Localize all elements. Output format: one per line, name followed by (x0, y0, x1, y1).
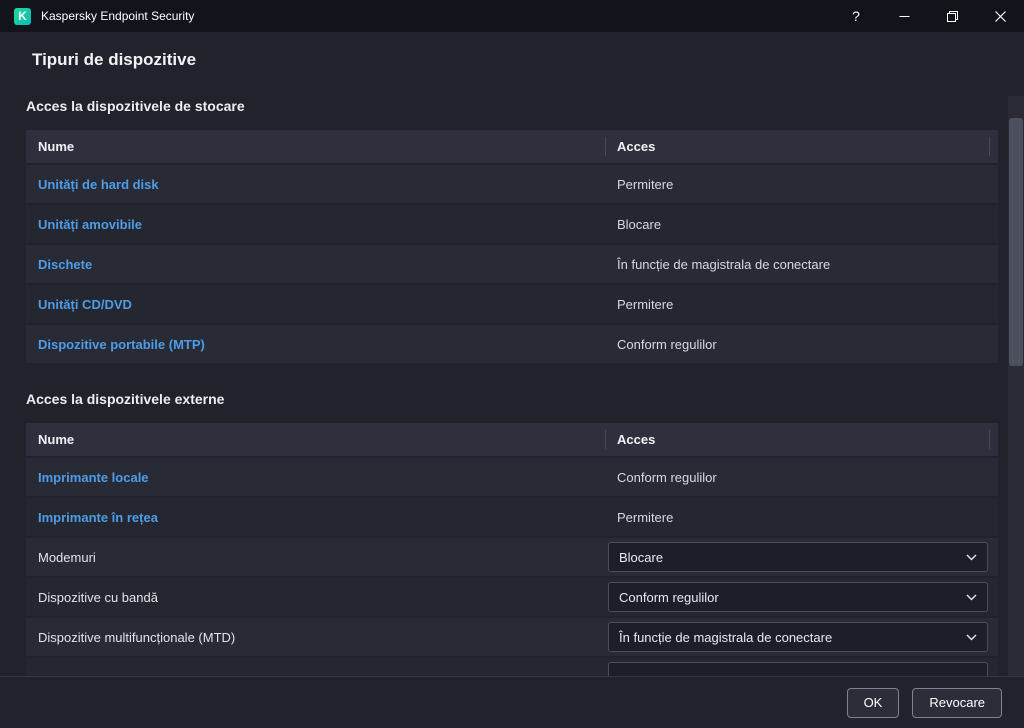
restore-button[interactable] (928, 0, 976, 32)
access-cell: În funcție de magistrala de conectare (605, 622, 998, 652)
chevron-down-icon (966, 593, 977, 601)
device-link[interactable]: Unități amovibile (38, 217, 142, 232)
device-name-cell: Unități de hard disk (26, 177, 605, 192)
scrollbar-thumb[interactable] (1009, 118, 1023, 366)
access-value: Conform regulilor (617, 469, 717, 485)
access-select[interactable]: În funcție de magistrala de conectare (608, 622, 988, 652)
close-icon (994, 10, 1006, 22)
device-name-cell: Modemuri (26, 550, 605, 565)
ok-button[interactable]: OK (846, 687, 900, 718)
device-link[interactable]: Dischete (38, 257, 92, 272)
device-name-cell: Dischete (26, 257, 605, 272)
column-divider (989, 137, 990, 156)
table-row: Unități de hard disk Permitere (26, 165, 998, 203)
table-row: Modemuri Blocare (26, 538, 998, 576)
device-name-cell: Unități CD/DVD (26, 297, 605, 312)
close-button[interactable] (976, 0, 1024, 32)
access-value: Permitere (617, 176, 674, 192)
table-row: Unități amovibile Blocare (26, 205, 998, 243)
footer-bar: OK Revocare (0, 676, 1024, 728)
table-row: Dispozitive cu bandă Conform regulilor (26, 578, 998, 616)
access-cell: Permitere (605, 510, 998, 525)
dialog-content: Tipuri de dispozitive Acces la dispoziti… (0, 32, 1024, 676)
access-value: Blocare (617, 216, 662, 232)
device-name: Dispozitive cu bandă (38, 589, 158, 605)
column-divider (605, 137, 606, 156)
access-cell: Permitere (605, 177, 998, 192)
access-select[interactable] (608, 662, 988, 676)
chevron-down-icon (966, 633, 977, 641)
access-cell: Conform regulilor (605, 582, 998, 612)
access-cell (605, 658, 998, 676)
device-name-cell: Imprimante locale (26, 470, 605, 485)
access-select[interactable]: Blocare (608, 542, 988, 572)
column-header-nume: Nume (38, 139, 75, 154)
device-name-cell: Unități amovibile (26, 217, 605, 232)
access-cell: Blocare (605, 542, 998, 572)
help-button[interactable]: ? (832, 0, 880, 32)
chevron-down-icon (966, 553, 977, 561)
cancel-button[interactable]: Revocare (912, 687, 1002, 718)
window-title: Kaspersky Endpoint Security (41, 9, 195, 23)
section-heading: Acces la dispozitivele externe (26, 391, 225, 407)
device-link[interactable]: Dispozitive portabile (MTP) (38, 337, 205, 352)
table-header-row: Nume Acces (26, 130, 998, 163)
titlebar-left: K Kaspersky Endpoint Security (0, 7, 195, 25)
access-value: În funcție de magistrala de conectare (617, 256, 831, 272)
device-table: Nume Acces Imprimante locale Conform reguli… (26, 423, 998, 676)
access-cell: Conform regulilor (605, 337, 998, 352)
access-select[interactable]: Conform regulilor (608, 582, 988, 612)
device-link[interactable]: Unități CD/DVD (38, 297, 132, 312)
access-value: Conform regulilor (619, 589, 719, 605)
table-row: Unități CD/DVD Permitere (26, 285, 998, 323)
device-name-cell: Dispozitive portabile (MTP) (26, 337, 605, 352)
device-link[interactable]: Imprimante în rețea (38, 510, 158, 525)
page-title: Tipuri de dispozitive (32, 50, 197, 69)
table-row: Dischete În funcție de magistrala de cone… (26, 245, 998, 283)
access-value: Blocare (619, 549, 664, 565)
access-cell: Blocare (605, 217, 998, 232)
kaspersky-logo-icon: K (14, 7, 31, 25)
access-cell: Conform regulilor (605, 470, 998, 485)
device-name: Modemuri (38, 549, 96, 565)
table-row: Dispozitive portabile (MTP) Conform regul… (26, 325, 998, 363)
titlebar: K Kaspersky Endpoint Security ? (0, 0, 1024, 32)
window-controls: ? (832, 0, 1024, 32)
column-header-acces: Acces (617, 432, 656, 447)
device-table: Nume Acces Unități de hard disk Permitere Un… (26, 130, 998, 363)
access-cell: Permitere (605, 297, 998, 312)
section-heading: Acces la dispozitivele de stocare (26, 98, 245, 114)
device-name: Dispozitive multifuncționale (MTD) (38, 629, 236, 645)
table-row: Imprimante locale Conform regulilor (26, 458, 998, 496)
access-value: Permitere (617, 296, 674, 312)
column-divider (989, 430, 990, 449)
access-value: Conform regulilor (617, 336, 717, 352)
minimize-button[interactable] (880, 0, 928, 32)
table-header-row: Nume Acces (26, 423, 998, 456)
table-row: Imprimante în rețea Permitere (26, 498, 998, 536)
table-row-clipped (26, 658, 998, 676)
device-link[interactable]: Unități de hard disk (38, 177, 159, 192)
minimize-icon (899, 15, 909, 17)
device-name-cell: Dispozitive cu bandă (26, 590, 605, 605)
device-link[interactable]: Imprimante locale (38, 470, 149, 485)
restore-icon (946, 10, 958, 22)
access-value: Permitere (617, 509, 674, 525)
vertical-scrollbar[interactable] (1008, 96, 1024, 676)
access-cell: În funcție de magistrala de conectare (605, 257, 998, 272)
sections-container: Acces la dispozitivele de stocare Nume Acc… (26, 98, 998, 676)
device-name-cell: Imprimante în rețea (26, 510, 605, 525)
column-header-acces: Acces (617, 139, 656, 154)
device-name-cell: Dispozitive multifuncționale (MTD) (26, 630, 605, 645)
table-row: Dispozitive multifuncționale (MTD) În fun… (26, 618, 998, 656)
column-header-nume: Nume (38, 432, 75, 447)
column-divider (605, 430, 606, 449)
access-value: În funcție de magistrala de conectare (619, 629, 833, 645)
